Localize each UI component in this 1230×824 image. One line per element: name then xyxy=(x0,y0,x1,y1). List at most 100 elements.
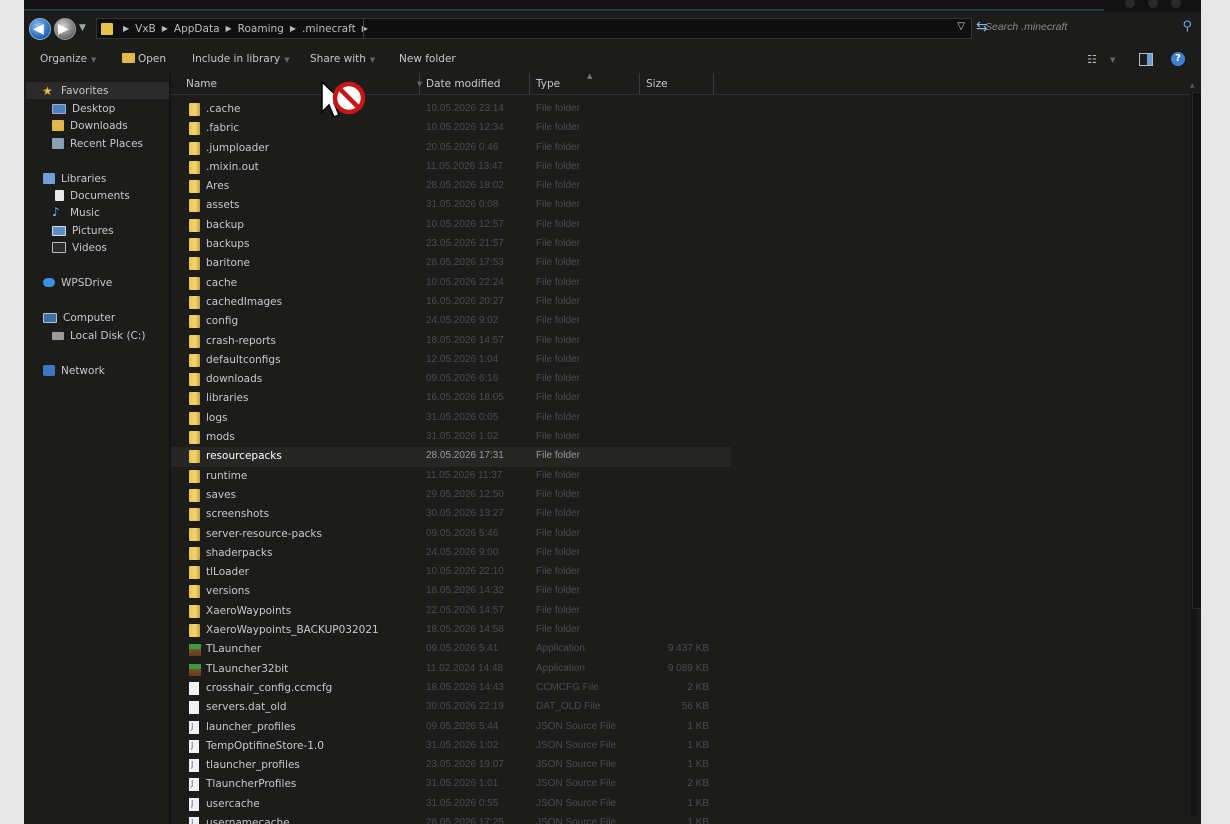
view-options-icon[interactable]: ☷ xyxy=(1087,53,1097,66)
file-row[interactable]: versions 18.05.2026 14:32 File folder xyxy=(171,582,731,601)
file-row[interactable]: tlLoader 10.05.2026 22:10 File folder xyxy=(171,563,731,582)
file-date-modified: 31.05.2026 0:08 xyxy=(426,199,499,211)
nav-music[interactable]: ♪ Music xyxy=(52,204,100,221)
file-row[interactable]: server-resource-packs 09.05.2026 5:46 File… xyxy=(171,525,731,544)
nav-recent-places[interactable]: Recent Places xyxy=(52,135,143,152)
file-row[interactable]: XaeroWaypoints 22.05.2026 14:57 File folde… xyxy=(171,602,731,621)
chevron-right-icon[interactable]: ▶ xyxy=(290,24,296,33)
vertical-scrollbar[interactable]: ▲ xyxy=(1189,82,1201,824)
file-row[interactable]: TLauncher32bit 11.02.2024 14:48 Applicatio… xyxy=(171,660,731,679)
nav-favorites[interactable]: ★ Favorites xyxy=(26,82,169,99)
scrollbar-track[interactable] xyxy=(1191,92,1201,816)
nav-local-disk[interactable]: Local Disk (C:) xyxy=(52,327,146,344)
file-row[interactable]: backup 10.05.2026 12:57 File folder xyxy=(171,216,731,235)
file-row[interactable]: .cache 10.05.2026 23:14 File folder xyxy=(171,100,731,119)
file-row[interactable]: saves 29.05.2026 12:50 File folder xyxy=(171,486,731,505)
nav-network[interactable]: Network xyxy=(43,362,105,379)
folder-icon xyxy=(189,122,200,136)
file-row[interactable]: Ares 28.05.2026 18:02 File folder xyxy=(171,177,731,196)
include-in-library-button[interactable]: Include in library ▼ xyxy=(192,53,290,65)
file-row[interactable]: shaderpacks 24.05.2026 9:00 File folder xyxy=(171,544,731,563)
file-name: defaultconfigs xyxy=(206,353,281,366)
column-header-name[interactable]: Name ▼ xyxy=(180,73,422,94)
preview-pane-icon[interactable] xyxy=(1139,53,1153,66)
file-row[interactable]: screenshots 30.05.2026 13:27 File folder xyxy=(171,505,731,524)
file-row[interactable]: cache 10.05.2026 22:24 File folder xyxy=(171,274,731,293)
file-row[interactable]: tlauncher_profiles 23.05.2026 19:07 JSON S… xyxy=(171,756,731,775)
organize-label: Organize xyxy=(40,53,88,65)
share-with-button[interactable]: Share with ▼ xyxy=(310,53,375,65)
breadcrumb-roaming[interactable]: Roaming xyxy=(238,23,284,35)
breadcrumb-minecraft[interactable]: .minecraft xyxy=(302,23,356,35)
navigation-pane: ★ Favorites Desktop Downloads Recent Plac… xyxy=(24,76,169,824)
nav-desktop[interactable]: Desktop xyxy=(52,100,115,117)
file-row[interactable]: .mixin.out 11.05.2026 13:47 File folder xyxy=(171,158,731,177)
file-row[interactable]: servers.dat_old 30.05.2026 22:19 DAT_OLD F… xyxy=(171,698,731,717)
chevron-down-icon[interactable]: ▼ xyxy=(1110,56,1115,64)
column-header-size[interactable]: Size xyxy=(640,73,714,94)
breadcrumb-divider xyxy=(363,19,364,38)
open-button[interactable]: Open xyxy=(122,53,166,65)
search-icon[interactable]: ⚲ xyxy=(1182,19,1192,34)
minimize-button[interactable] xyxy=(1125,0,1135,8)
breadcrumb-vxb[interactable]: VxB xyxy=(135,23,156,35)
nav-pictures[interactable]: Pictures xyxy=(52,222,114,239)
file-name: server-resource-packs xyxy=(206,527,322,540)
file-type: File folder xyxy=(536,373,580,385)
nav-label: WPSDrive xyxy=(61,276,113,289)
close-button[interactable] xyxy=(1171,0,1181,8)
file-row[interactable]: downloads 09.05.2026 6:16 File folder xyxy=(171,370,731,389)
file-row[interactable]: libraries 16.05.2026 18:05 File folder xyxy=(171,389,731,408)
file-row[interactable]: launcher_profiles 09.05.2026 5:44 JSON Sou… xyxy=(171,718,731,737)
file-row[interactable]: TLauncher 09.05.2026 5:41 Application 9 437… xyxy=(171,640,731,659)
nav-libraries[interactable]: Libraries xyxy=(43,170,106,187)
address-bar[interactable]: ▶ VxB ▶ AppData ▶ Roaming ▶ .minecraft ▶… xyxy=(96,18,972,39)
file-row[interactable]: backups 23.05.2026 21:57 File folder xyxy=(171,235,731,254)
organize-button[interactable]: Organize ▼ xyxy=(40,53,96,65)
maximize-button[interactable] xyxy=(1148,0,1158,8)
column-header-date[interactable]: Date modified xyxy=(420,73,530,94)
chevron-right-icon[interactable]: ▶ xyxy=(226,24,232,33)
chevron-right-icon[interactable]: ▶ xyxy=(123,24,129,33)
file-row[interactable]: config 24.05.2026 9:02 File folder xyxy=(171,312,731,331)
file-row[interactable]: .fabric 10.05.2026 12:34 File folder xyxy=(171,119,731,138)
file-row[interactable]: baritone 28.05.2026 17:53 File folder xyxy=(171,254,731,273)
file-date-modified: 10.05.2026 22:10 xyxy=(426,566,504,578)
recent-pages-dropdown-icon[interactable]: ▼ xyxy=(79,23,86,33)
back-button[interactable]: ◀ xyxy=(29,18,51,40)
file-row[interactable]: TempOptifineStore-1.0 31.05.2026 1:02 JSON… xyxy=(171,737,731,756)
nav-videos[interactable]: Videos xyxy=(52,239,107,256)
forward-button[interactable]: ▶ xyxy=(54,18,76,40)
file-row[interactable]: crosshair_config.ccmcfg 18.05.2026 14:43 C… xyxy=(171,679,731,698)
file-row[interactable]: usernamecache 28.05.2026 17:25 JSON Source… xyxy=(171,814,731,824)
scrollbar-thumb[interactable] xyxy=(1192,92,1201,609)
file-row[interactable]: TlauncherProfiles 31.05.2026 1:01 JSON Sou… xyxy=(171,775,731,794)
file-size: 9 089 KB xyxy=(667,662,709,674)
breadcrumb-appdata[interactable]: AppData xyxy=(174,23,220,35)
chevron-right-icon[interactable]: ▶ xyxy=(162,24,168,33)
nav-computer[interactable]: Computer xyxy=(43,309,115,326)
file-date-modified: 31.05.2026 0:55 xyxy=(426,797,499,809)
file-row[interactable]: cachedImages 16.05.2026 20:27 File folder xyxy=(171,293,731,312)
file-row[interactable]: mods 31.05.2026 1:02 File folder xyxy=(171,428,731,447)
file-row[interactable]: logs 31.05.2026 0:05 File folder xyxy=(171,409,731,428)
file-row[interactable]: XaeroWaypoints_BACKUP032021 18.05.2026 14… xyxy=(171,621,731,640)
nav-wpsdrive[interactable]: WPSDrive xyxy=(43,274,112,291)
help-icon[interactable]: ? xyxy=(1171,52,1185,66)
scroll-up-icon[interactable]: ▲ xyxy=(1190,82,1195,89)
column-header-type[interactable]: Type xyxy=(530,73,640,94)
file-row[interactable]: resourcepacks 28.05.2026 17:31 File folder xyxy=(171,447,731,467)
file-row[interactable]: assets 31.05.2026 0:08 File folder xyxy=(171,196,731,215)
folder-icon xyxy=(101,22,113,35)
file-row[interactable]: runtime 11.05.2026 11:37 File folder xyxy=(171,467,731,486)
file-row[interactable]: usercache 31.05.2026 0:55 JSON Source File… xyxy=(171,795,731,814)
nav-downloads[interactable]: Downloads xyxy=(52,117,128,134)
file-row[interactable]: defaultconfigs 12.05.2026 1:04 File folder xyxy=(171,351,731,370)
file-row[interactable]: crash-reports 18.05.2026 14:57 File folder xyxy=(171,332,731,351)
address-dropdown-icon[interactable]: ▽ xyxy=(957,21,965,32)
file-row[interactable]: .jumploader 20.05.2026 0:46 File folder xyxy=(171,139,731,158)
new-folder-button[interactable]: New folder xyxy=(399,53,456,65)
file-type: File folder xyxy=(536,546,580,558)
search-input[interactable]: Search .minecraft ⚲ xyxy=(982,18,1197,37)
nav-documents[interactable]: Documents xyxy=(55,187,130,204)
